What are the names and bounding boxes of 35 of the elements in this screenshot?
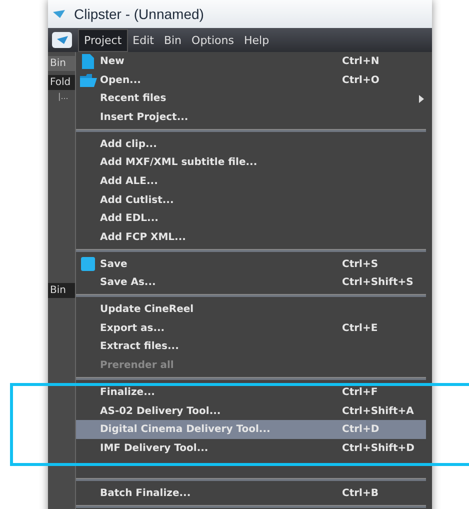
menu-item[interactable]: AS-02 Delivery Tool... Ctrl+Shift+A (76, 402, 426, 420)
document-icon (82, 54, 94, 69)
menu-item[interactable]: Open... Ctrl+O (76, 70, 426, 90)
folder-icon (80, 74, 96, 87)
menu-item[interactable]: Add ALE... (76, 172, 426, 191)
app-logo-icon (52, 9, 66, 19)
submenu-arrow-icon (419, 94, 424, 103)
menu-item[interactable]: Export as... Ctrl+E (76, 318, 426, 338)
menu-item[interactable]: Recent files (76, 89, 426, 108)
menu-item[interactable]: Finalize... Ctrl+F (76, 383, 426, 402)
menu-item[interactable]: Save As... Ctrl+Shift+S (76, 274, 426, 292)
menu-item[interactable]: Extract files... (76, 338, 426, 356)
panel-tab[interactable]: Bin (48, 283, 75, 298)
menu-title[interactable]: Bin (158, 30, 187, 50)
panel-tab[interactable]: Bin (48, 56, 75, 71)
menu-item[interactable]: Add MXF/XML subtitle file... (76, 153, 426, 172)
menu-title[interactable]: Help (238, 30, 274, 50)
window-title: Clipster - (Unnamed) (74, 6, 204, 22)
menu-item[interactable]: Insert Project... (76, 108, 426, 127)
menu-item[interactable]: Add EDL... (76, 210, 426, 228)
menu-title[interactable]: Project (78, 28, 128, 52)
menu-item[interactable]: Save Ctrl+S (76, 254, 426, 274)
menu-item[interactable]: Add FCP XML... (76, 228, 426, 247)
menu-item[interactable]: New Ctrl+N (76, 52, 426, 71)
menu-item[interactable]: Add Cutlist... (76, 190, 426, 210)
menu-title[interactable]: Options (186, 30, 239, 50)
menu-item[interactable]: Update CineReel (76, 300, 426, 319)
save-icon (81, 257, 95, 272)
menu-title[interactable]: Edit (128, 30, 159, 50)
menu-item[interactable]: Add clip... (76, 134, 426, 154)
menu-item[interactable]: Batch Finalize... Ctrl+B (76, 484, 426, 504)
tree-item[interactable]: |... (48, 92, 75, 101)
menu-item[interactable]: IMF Delivery Tool... Ctrl+Shift+D (76, 439, 426, 458)
panel-tab[interactable]: Fold (48, 75, 75, 90)
app-logo-icon[interactable] (52, 32, 72, 48)
